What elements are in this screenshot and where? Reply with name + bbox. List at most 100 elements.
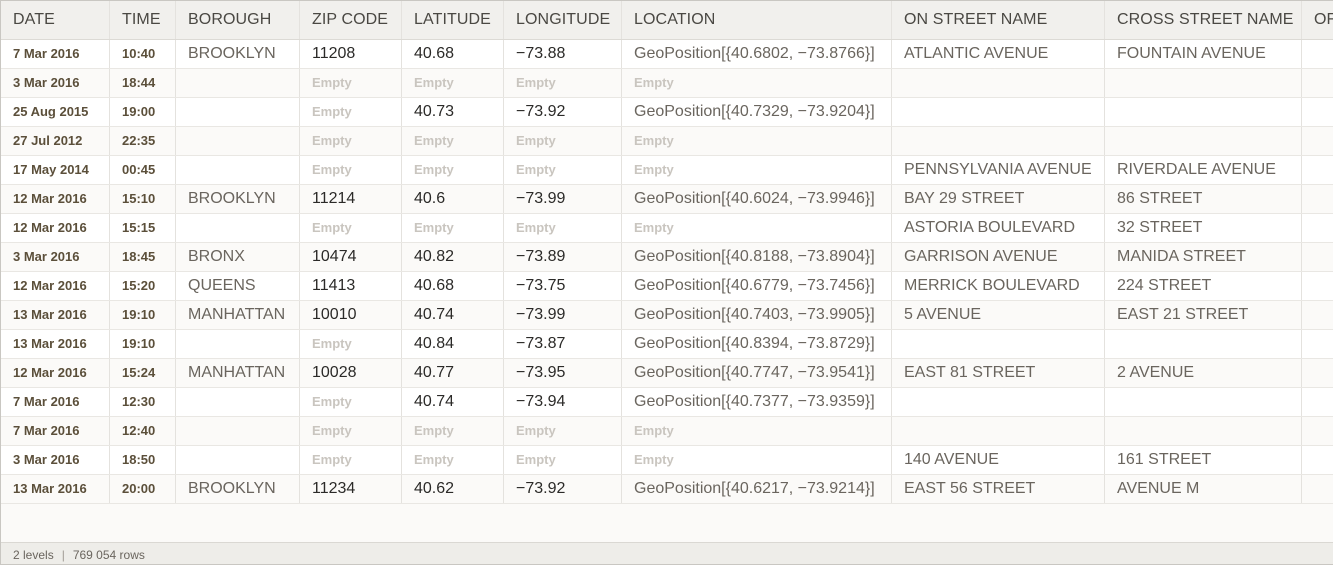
cell-on[interactable]: ATLANTIC AVENUE: [892, 40, 1105, 68]
cell-loc[interactable]: Empty: [622, 69, 892, 97]
column-header-on[interactable]: ON STREET NAME: [892, 1, 1105, 39]
cell-cross[interactable]: 2 AVENUE: [1105, 359, 1302, 387]
column-header-zip[interactable]: ZIP CODE: [300, 1, 402, 39]
cell-borough[interactable]: [176, 417, 300, 445]
cell-loc[interactable]: GeoPosition[{40.7377, −73.9359}]: [622, 388, 892, 416]
cell-time[interactable]: 18:50: [110, 446, 176, 474]
cell-time[interactable]: 15:24: [110, 359, 176, 387]
cell-on[interactable]: EAST 81 STREET: [892, 359, 1105, 387]
cell-date[interactable]: 13 Mar 2016: [1, 301, 110, 329]
cell-borough[interactable]: [176, 98, 300, 126]
cell-zip[interactable]: Empty: [300, 98, 402, 126]
cell-loc[interactable]: GeoPosition[{40.7747, −73.9541}]: [622, 359, 892, 387]
cell-lat[interactable]: Empty: [402, 417, 504, 445]
cell-lon[interactable]: −73.95: [504, 359, 622, 387]
cell-lat[interactable]: 40.68: [402, 40, 504, 68]
cell-on[interactable]: [892, 330, 1105, 358]
cell-zip[interactable]: 10474: [300, 243, 402, 271]
cell-zip[interactable]: Empty: [300, 446, 402, 474]
cell-lon[interactable]: Empty: [504, 446, 622, 474]
cell-borough[interactable]: [176, 156, 300, 184]
column-header-borough[interactable]: BOROUGH: [176, 1, 300, 39]
cell-borough[interactable]: BRONX: [176, 243, 300, 271]
cell-zip[interactable]: Empty: [300, 156, 402, 184]
cell-lat[interactable]: 40.77: [402, 359, 504, 387]
column-header-date[interactable]: DATE: [1, 1, 110, 39]
cell-time[interactable]: 15:20: [110, 272, 176, 300]
cell-lon[interactable]: −73.92: [504, 475, 622, 503]
column-header-of[interactable]: OF: [1302, 1, 1333, 39]
table-row[interactable]: 3 Mar 2016 18:50 Empty Empty Empty Empty 140 A…: [1, 446, 1333, 475]
cell-time[interactable]: 19:10: [110, 330, 176, 358]
table-row[interactable]: 3 Mar 2016 18:44 Empty Empty Empty Empty: [1, 69, 1333, 98]
cell-cross[interactable]: FOUNTAIN AVENUE: [1105, 40, 1302, 68]
cell-lat[interactable]: 40.74: [402, 388, 504, 416]
cell-cross[interactable]: [1105, 98, 1302, 126]
cell-on[interactable]: MERRICK BOULEVARD: [892, 272, 1105, 300]
cell-loc[interactable]: GeoPosition[{40.6802, −73.8766}]: [622, 40, 892, 68]
table-row[interactable]: 13 Mar 2016 19:10 Empty 40.84 −73.87 GeoPosit…: [1, 330, 1333, 359]
cell-zip[interactable]: 10010: [300, 301, 402, 329]
cell-date[interactable]: 12 Mar 2016: [1, 359, 110, 387]
cell-on[interactable]: [892, 127, 1105, 155]
cell-borough[interactable]: [176, 214, 300, 242]
cell-lat[interactable]: Empty: [402, 156, 504, 184]
cell-date[interactable]: 12 Mar 2016: [1, 185, 110, 213]
cell-loc[interactable]: GeoPosition[{40.6779, −73.7456}]: [622, 272, 892, 300]
cell-time[interactable]: 10:40: [110, 40, 176, 68]
cell-zip[interactable]: Empty: [300, 127, 402, 155]
cell-time[interactable]: 15:10: [110, 185, 176, 213]
cell-date[interactable]: 3 Mar 2016: [1, 69, 110, 97]
cell-cross[interactable]: 224 STREET: [1105, 272, 1302, 300]
cell-lon[interactable]: −73.99: [504, 185, 622, 213]
cell-of[interactable]: [1302, 475, 1333, 503]
cell-time[interactable]: 22:35: [110, 127, 176, 155]
cell-date[interactable]: 7 Mar 2016: [1, 417, 110, 445]
cell-cross[interactable]: RIVERDALE AVENUE: [1105, 156, 1302, 184]
column-header-time[interactable]: TIME: [110, 1, 176, 39]
cell-lon[interactable]: Empty: [504, 214, 622, 242]
cell-zip[interactable]: 11413: [300, 272, 402, 300]
cell-lon[interactable]: Empty: [504, 417, 622, 445]
cell-loc[interactable]: Empty: [622, 127, 892, 155]
cell-loc[interactable]: GeoPosition[{40.8394, −73.8729}]: [622, 330, 892, 358]
cell-loc[interactable]: GeoPosition[{40.6217, −73.9214}]: [622, 475, 892, 503]
cell-zip[interactable]: Empty: [300, 214, 402, 242]
cell-cross[interactable]: 32 STREET: [1105, 214, 1302, 242]
table-row[interactable]: 13 Mar 2016 20:00 BROOKLYN 11234 40.62 −73.92…: [1, 475, 1333, 504]
cell-lat[interactable]: 40.68: [402, 272, 504, 300]
cell-of[interactable]: [1302, 127, 1333, 155]
cell-time[interactable]: 00:45: [110, 156, 176, 184]
cell-date[interactable]: 7 Mar 2016: [1, 40, 110, 68]
cell-time[interactable]: 12:30: [110, 388, 176, 416]
cell-time[interactable]: 20:00: [110, 475, 176, 503]
cell-cross[interactable]: [1105, 388, 1302, 416]
cell-of[interactable]: [1302, 446, 1333, 474]
cell-zip[interactable]: 11234: [300, 475, 402, 503]
cell-cross[interactable]: [1105, 330, 1302, 358]
cell-date[interactable]: 17 May 2014: [1, 156, 110, 184]
cell-of[interactable]: [1302, 214, 1333, 242]
cell-lon[interactable]: −73.87: [504, 330, 622, 358]
cell-date[interactable]: 25 Aug 2015: [1, 98, 110, 126]
cell-on[interactable]: EAST 56 STREET: [892, 475, 1105, 503]
cell-of[interactable]: [1302, 98, 1333, 126]
table-row[interactable]: 25 Aug 2015 19:00 Empty 40.73 −73.92 GeoPosit…: [1, 98, 1333, 127]
table-row[interactable]: 27 Jul 2012 22:35 Empty Empty Empty Empty: [1, 127, 1333, 156]
cell-borough[interactable]: [176, 388, 300, 416]
cell-date[interactable]: 13 Mar 2016: [1, 330, 110, 358]
table-row[interactable]: 12 Mar 2016 15:20 QUEENS 11413 40.68 −73.75 Ge…: [1, 272, 1333, 301]
cell-date[interactable]: 12 Mar 2016: [1, 272, 110, 300]
cell-lon[interactable]: Empty: [504, 69, 622, 97]
cell-of[interactable]: [1302, 359, 1333, 387]
table-row[interactable]: 12 Mar 2016 15:10 BROOKLYN 11214 40.6 −73.99 G…: [1, 185, 1333, 214]
cell-cross[interactable]: MANIDA STREET: [1105, 243, 1302, 271]
cell-borough[interactable]: [176, 127, 300, 155]
cell-lat[interactable]: 40.82: [402, 243, 504, 271]
cell-of[interactable]: [1302, 272, 1333, 300]
cell-lat[interactable]: 40.62: [402, 475, 504, 503]
cell-loc[interactable]: Empty: [622, 446, 892, 474]
cell-zip[interactable]: 10028: [300, 359, 402, 387]
cell-loc[interactable]: GeoPosition[{40.8188, −73.8904}]: [622, 243, 892, 271]
cell-zip[interactable]: Empty: [300, 417, 402, 445]
